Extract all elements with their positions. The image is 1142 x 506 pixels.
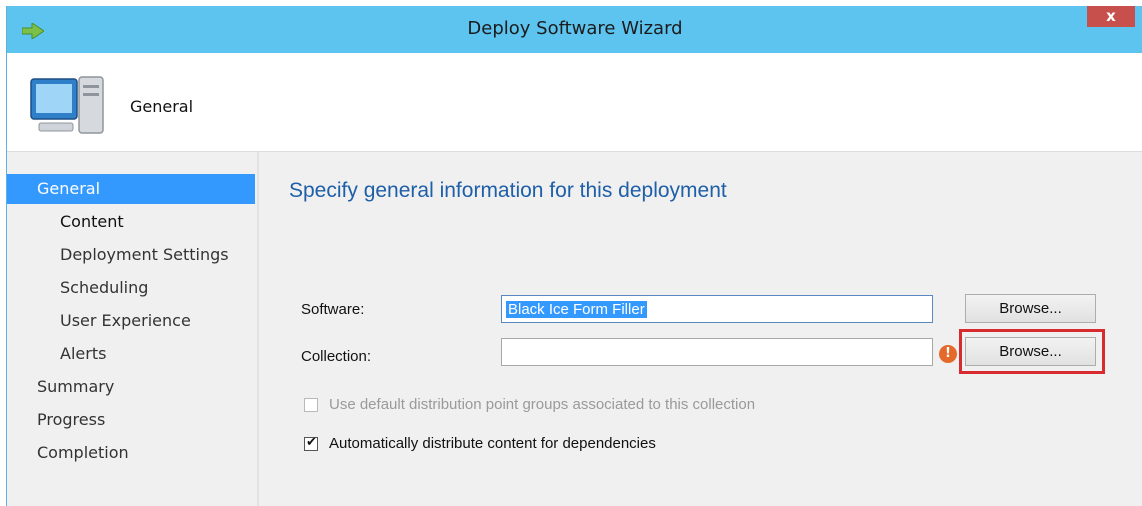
collection-label: Collection: [301,348,372,365]
computer-icon [30,76,104,134]
nav-item-general[interactable]: General [7,174,255,204]
nav-item-label: Content [60,212,124,231]
window-title: Deploy Software Wizard [467,18,683,39]
close-button[interactable]: x [1087,6,1135,27]
wizard-banner: General [7,53,1142,152]
nav-item-completion[interactable]: Completion [7,438,255,468]
software-value: Black Ice Form Filler [506,301,647,318]
nav-item-content[interactable]: Content [7,207,255,237]
auto-distribute-checkbox[interactable]: ✔ [304,435,318,451]
error-icon: ! [939,345,957,363]
nav-item-alerts[interactable]: Alerts [7,339,255,369]
nav-item-label: Scheduling [60,278,149,297]
software-browse-button[interactable]: Browse... [965,294,1096,323]
title-bar[interactable]: Deploy Software Wizard x [7,6,1142,53]
nav-item-scheduling[interactable]: Scheduling [7,273,255,303]
software-label: Software: [301,301,365,318]
use-default-dp-label: Use default distribution point groups as… [329,396,756,413]
nav-item-summary[interactable]: Summary [7,372,255,402]
software-field[interactable]: Black Ice Form Filler [501,295,933,323]
nav-item-progress[interactable]: Progress [7,405,255,435]
page-heading: Specify general information for this dep… [289,179,727,202]
nav-item-label: General [37,179,101,198]
nav-item-label: Alerts [60,344,107,363]
nav-item-label: Completion [37,443,129,462]
nav-item-label: Summary [37,377,115,396]
wizard-nav: General Content Deployment Settings Sche… [7,152,257,506]
nav-item-label: Deployment Settings [60,245,229,264]
wizard-window: Deploy Software Wizard x General General… [6,6,1142,506]
auto-distribute-label: Automatically distribute content for dep… [329,435,656,452]
banner-title: General [130,97,194,116]
collection-field[interactable] [501,338,933,366]
nav-item-deployment-settings[interactable]: Deployment Settings [7,240,255,270]
nav-item-user-experience[interactable]: User Experience [7,306,255,336]
content-pane: Specify general information for this dep… [259,152,1142,506]
checkmark-icon: ✔ [306,435,317,450]
nav-item-label: Progress [37,410,106,429]
collection-browse-button[interactable]: Browse... [965,337,1096,366]
use-default-dp-checkbox[interactable] [304,398,318,412]
nav-item-label: User Experience [60,311,191,330]
